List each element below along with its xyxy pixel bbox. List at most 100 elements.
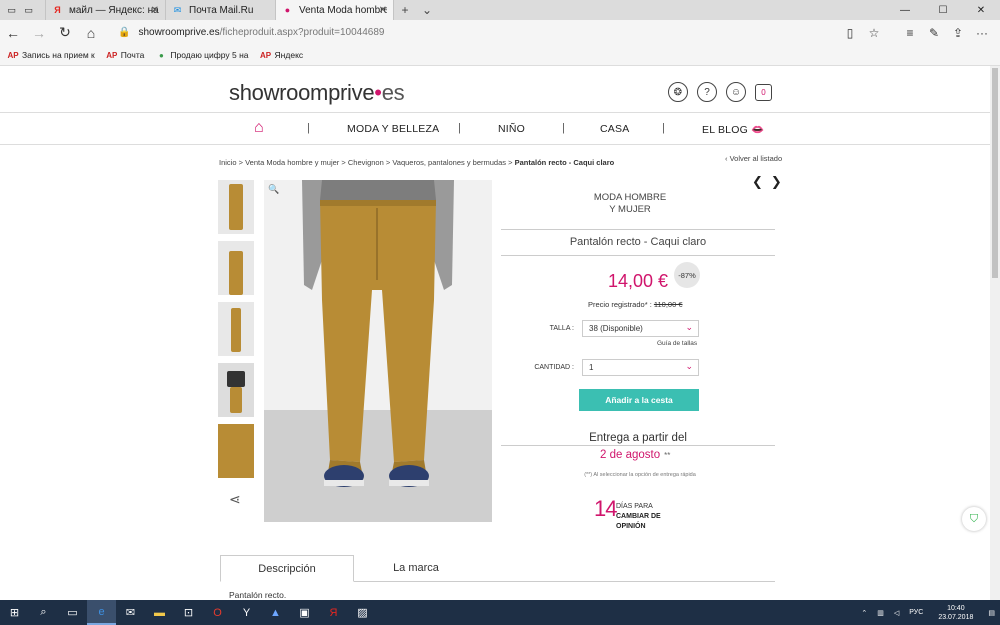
quantity-select[interactable]: 1 ⌄ <box>582 359 699 376</box>
showroomprive-icon: ● <box>284 5 291 15</box>
photos-icon[interactable]: ▣ <box>290 600 319 625</box>
prev-product-icon[interactable]: ❮ <box>752 174 763 189</box>
product-thumbnail[interactable] <box>218 180 254 234</box>
product-photo <box>264 180 492 522</box>
notes-icon[interactable]: ✎ <box>922 26 946 40</box>
tab-label: Venta Moda hombre y m <box>299 4 387 16</box>
favorite-icon: АР <box>259 50 272 60</box>
home-icon[interactable]: ⌂ <box>254 119 264 137</box>
minimize-button[interactable]: — <box>886 0 924 20</box>
tab-descripcion[interactable]: Descripción <box>220 555 354 582</box>
add-to-cart-button[interactable]: Añadir a la cesta <box>579 389 699 411</box>
close-button[interactable]: ✕ <box>962 0 1000 20</box>
thumbnail-jacket <box>227 371 245 387</box>
logo-suffix: es <box>381 80 405 105</box>
favorite-item[interactable]: АР Яндекс <box>259 50 303 60</box>
menu-separator: | <box>307 122 310 134</box>
start-icon[interactable]: ⊞ <box>0 600 29 625</box>
tab-list-icon[interactable]: ▭ ▭ <box>0 0 46 20</box>
breadcrumb-item[interactable]: Inicio <box>219 158 237 167</box>
app-icon[interactable]: ▲ <box>261 600 290 625</box>
forward-button[interactable]: → <box>26 20 52 45</box>
scrollbar-thumb[interactable] <box>992 68 998 278</box>
logo-dot: • <box>374 80 382 105</box>
page-scrollbar[interactable] <box>990 66 1000 600</box>
site-logo[interactable]: showroomprive•es <box>229 80 405 106</box>
size-guide-link[interactable]: Guía de tallas <box>657 340 697 347</box>
favorite-item[interactable]: ● Продаю цифру 5 на <box>156 50 249 60</box>
tab-mail[interactable]: ✉ Почта Mail.Ru <box>166 0 276 20</box>
tab-list-button[interactable]: ⌄ <box>416 0 438 20</box>
registered-label: Precio registrado* : <box>588 300 652 309</box>
yandex-browser-icon[interactable]: Y <box>232 600 261 625</box>
reading-view-icon[interactable]: ▯ <box>838 26 862 40</box>
share-icon[interactable]: ⋖ <box>229 491 241 508</box>
close-tab-icon[interactable]: ✕ <box>379 5 387 16</box>
shield-icon[interactable]: ⛉ <box>962 507 986 531</box>
image-viewer-icon[interactable]: ▨ <box>348 600 377 625</box>
cart-icon[interactable]: 0 <box>755 84 772 101</box>
mail-app-icon[interactable]: ✉ <box>116 600 145 625</box>
account-icon[interactable]: ☺ <box>726 82 746 102</box>
favorite-item[interactable]: АР Почта <box>106 50 144 60</box>
yandex-icon[interactable]: Я <box>319 600 348 625</box>
favorite-star-icon[interactable]: ☆ <box>862 26 886 40</box>
hub-icon[interactable]: ≡ <box>898 26 922 40</box>
more-icon[interactable]: ··· <box>970 26 994 40</box>
breadcrumb-item[interactable]: Chevignon <box>348 158 384 167</box>
clock-time: 10:40 <box>947 604 965 612</box>
url-field[interactable]: 🔒 showroomprive.es/ficheproduit.aspx?pro… <box>118 27 838 38</box>
lips-icon: 👄 <box>750 124 765 136</box>
share-icon[interactable]: ⇪ <box>946 26 970 40</box>
task-view-icon[interactable]: ▭ <box>58 600 87 625</box>
menu-item-casa[interactable]: CASA <box>600 123 629 135</box>
favorite-item[interactable]: АР Запись на прием к <box>7 50 94 60</box>
store-icon[interactable]: ⊡ <box>174 600 203 625</box>
tab-yandex[interactable]: Я майл — Яндекс: нашлось 4 ✕ <box>46 0 166 20</box>
menu-item-blog[interactable]: EL BLOG 👄 <box>702 123 764 136</box>
thumbnail-pant <box>231 308 241 352</box>
tab-showroomprive[interactable]: ● Venta Moda hombre y m ✕ <box>276 0 394 20</box>
menu-item-moda[interactable]: MODA Y BELLEZA <box>347 123 439 135</box>
breadcrumb-item[interactable]: Vaqueros, pantalones y bermudas <box>392 158 506 167</box>
back-button[interactable]: ← <box>0 20 26 45</box>
browser-toolbar: ▯ ☆ ≡ ✎ ⇪ ··· <box>838 26 994 40</box>
maximize-button[interactable]: ☐ <box>924 0 962 20</box>
opera-icon[interactable]: O <box>203 600 232 625</box>
product-thumbnail[interactable] <box>218 424 254 478</box>
menu-separator: | <box>562 122 565 134</box>
product-nav: ❮ ❯ <box>752 174 790 190</box>
product-main-image[interactable] <box>264 180 492 522</box>
notifications-icon[interactable]: ▤ <box>988 609 995 617</box>
network-icon[interactable]: ▥ <box>877 609 884 617</box>
language-indicator[interactable]: РУС <box>909 609 923 616</box>
yandex-icon: Я <box>54 5 61 15</box>
product-thumbnail[interactable] <box>218 363 254 417</box>
product-thumbnail[interactable] <box>218 241 254 295</box>
new-tab-button[interactable]: + <box>394 0 416 20</box>
menu-item-nino[interactable]: NIÑO <box>498 123 525 135</box>
volume-icon[interactable]: ◁ <box>894 609 899 617</box>
back-to-list-link[interactable]: ‹ Volver al listado <box>725 154 782 163</box>
blog-label: EL BLOG <box>702 124 748 136</box>
home-button[interactable]: ⌂ <box>78 20 104 45</box>
support-icon[interactable]: ❂ <box>668 82 688 102</box>
tray-up-icon[interactable]: ⌃ <box>861 609 867 617</box>
help-icon[interactable]: ? <box>697 82 717 102</box>
search-icon[interactable]: ⌕ <box>29 600 58 625</box>
return-days-text: DÍAS PARA CAMBIAR DE OPINIÓN <box>616 502 661 532</box>
lock-icon: 🔒 <box>118 27 131 38</box>
close-tab-icon[interactable]: ✕ <box>151 5 159 16</box>
refresh-button[interactable]: ↻ <box>52 20 78 45</box>
size-select[interactable]: 38 (Disponible) ⌄ <box>582 320 699 337</box>
clock[interactable]: 10:40 23.07.2018 <box>933 604 978 622</box>
tab-la-marca[interactable]: La marca <box>360 555 472 582</box>
product-thumbnail[interactable] <box>218 302 254 356</box>
thumbnail-pant <box>229 251 243 295</box>
next-product-icon[interactable]: ❯ <box>771 174 782 189</box>
breadcrumb-item[interactable]: Venta Moda hombre y mujer <box>245 158 339 167</box>
breadcrumb-separator: > <box>341 158 346 167</box>
edge-icon[interactable]: e <box>87 600 116 625</box>
zoom-icon[interactable]: 🔍 <box>268 184 279 195</box>
folder-icon[interactable]: ▬ <box>145 600 174 625</box>
